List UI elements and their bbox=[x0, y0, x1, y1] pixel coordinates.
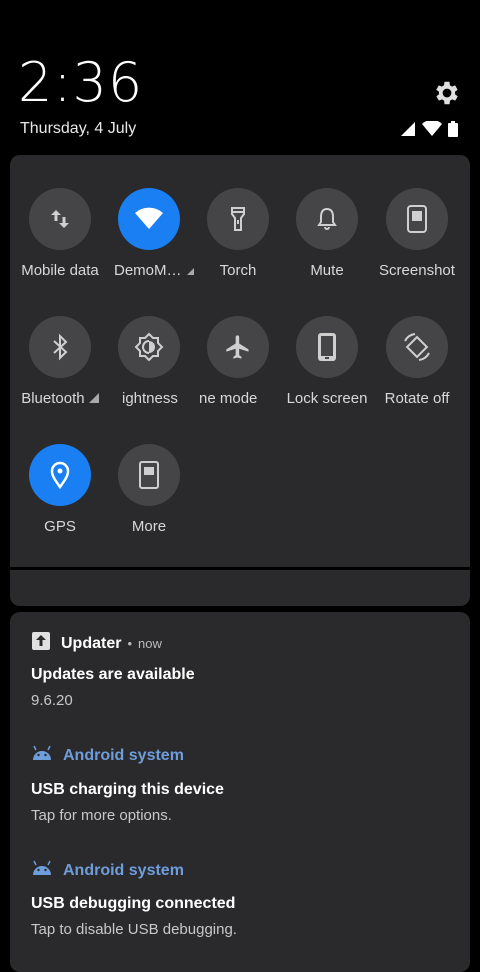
cell-signal-icon bbox=[400, 121, 416, 142]
battery-icon bbox=[448, 121, 458, 142]
tile-torch[interactable]: Torch bbox=[193, 188, 283, 279]
tile-bluetooth[interactable]: Bluetooth bbox=[15, 316, 105, 407]
tile-rotate[interactable]: Rotate off bbox=[372, 316, 462, 407]
android-icon bbox=[31, 745, 53, 766]
wifi-icon bbox=[422, 119, 442, 142]
date[interactable]: Thursday, 4 July bbox=[20, 120, 136, 138]
notification-app-name: Android system bbox=[63, 861, 184, 879]
updater-icon bbox=[31, 631, 51, 656]
tile-label: Rotate off bbox=[384, 390, 450, 407]
tile-wifi[interactable]: DemoM… bbox=[104, 188, 194, 279]
notification-header-android-system[interactable]: Android system bbox=[31, 860, 184, 881]
notification-app-name: Updater bbox=[61, 634, 122, 652]
tile-mute[interactable]: Mute bbox=[282, 188, 372, 279]
notification-header-android-system[interactable]: Android system bbox=[31, 745, 184, 766]
flashlight-icon bbox=[207, 188, 269, 250]
tile-label: GPS bbox=[44, 518, 76, 535]
airplane-icon bbox=[207, 316, 269, 378]
notification-title[interactable]: USB charging this device bbox=[31, 781, 224, 799]
bell-icon bbox=[296, 188, 358, 250]
tile-label: Lock screen bbox=[286, 390, 368, 407]
notification-title[interactable]: USB debugging connected bbox=[31, 895, 235, 913]
tile-label-text: DemoM… bbox=[114, 262, 182, 279]
tile-screenshot[interactable]: Screenshot bbox=[372, 188, 462, 279]
notification-header-updater[interactable]: Updater • now bbox=[31, 631, 162, 656]
notification-separator: • bbox=[127, 636, 133, 651]
notification-text[interactable]: Tap to disable USB debugging. bbox=[31, 921, 237, 938]
gear-icon[interactable] bbox=[432, 78, 462, 108]
tile-label: Bluetooth bbox=[15, 390, 105, 407]
brightness-icon bbox=[118, 316, 180, 378]
tile-label: Screenshot bbox=[379, 262, 455, 279]
tile-label: DemoM… bbox=[104, 262, 194, 279]
more-icon bbox=[118, 444, 180, 506]
lock-screen-icon bbox=[296, 316, 358, 378]
data-transfer-icon bbox=[29, 188, 91, 250]
notification-text[interactable]: Tap for more options. bbox=[31, 807, 172, 824]
tile-label: ightness bbox=[122, 390, 178, 407]
notification-app-name: Android system bbox=[63, 746, 184, 764]
tile-label: Torch bbox=[219, 262, 257, 279]
quick-settings-handle[interactable] bbox=[10, 570, 470, 606]
tile-label-text: Bluetooth bbox=[21, 390, 85, 407]
tile-lock-screen[interactable]: Lock screen bbox=[282, 316, 372, 407]
quick-settings-panel: Mobile data DemoM… Torch Mute Screenshot bbox=[10, 155, 470, 567]
tile-more[interactable]: More bbox=[104, 444, 194, 535]
tile-label: Mute bbox=[310, 262, 344, 279]
clock[interactable]: 2:36 bbox=[18, 52, 143, 114]
notification-title[interactable]: Updates are available bbox=[31, 666, 195, 684]
android-icon bbox=[31, 860, 53, 881]
location-pin-icon bbox=[29, 444, 91, 506]
tile-airplane-mode[interactable]: ne mode bbox=[193, 316, 283, 407]
notification-text[interactable]: 9.6.20 bbox=[31, 692, 73, 709]
tile-label: More bbox=[131, 518, 167, 535]
rotate-icon bbox=[386, 316, 448, 378]
tile-label: ne mode bbox=[199, 390, 258, 407]
notification-time: now bbox=[138, 636, 162, 651]
tile-brightness[interactable]: ightness bbox=[104, 316, 194, 407]
tile-label: Mobile data bbox=[21, 262, 99, 279]
notification-panel: Updater • now Updates are available 9.6.… bbox=[10, 612, 470, 972]
bluetooth-icon bbox=[29, 316, 91, 378]
tile-mobile-data[interactable]: Mobile data bbox=[15, 188, 105, 279]
wifi-icon bbox=[118, 188, 180, 250]
tile-gps[interactable]: GPS bbox=[15, 444, 105, 535]
screenshot-icon bbox=[386, 188, 448, 250]
